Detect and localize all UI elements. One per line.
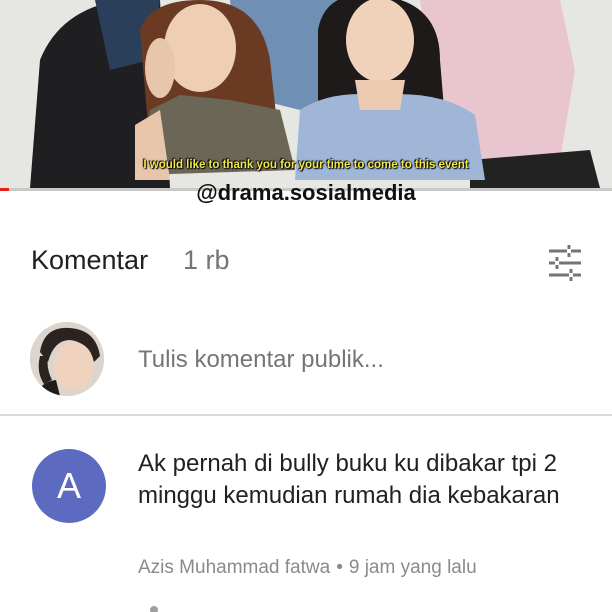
compose-comment-row [0, 318, 612, 408]
user-avatar[interactable] [30, 322, 104, 396]
commenter-avatar[interactable]: A [32, 449, 106, 523]
comments-header: Komentar 1 rb [0, 230, 612, 294]
sort-filter-button[interactable] [545, 245, 585, 281]
youtube-comments-screen: I would like to thank you for your time … [0, 0, 612, 612]
comment-item: A Ak pernah di bully buku ku dibakar tpi… [0, 430, 612, 612]
video-player[interactable]: I would like to thank you for your time … [0, 0, 612, 188]
video-subtitle: I would like to thank you for your time … [143, 159, 469, 171]
comments-title: Komentar [31, 245, 149, 275]
user-avatar-icon [30, 322, 104, 396]
comment-timestamp: 9 jam yang lalu [348, 557, 477, 578]
comment-input[interactable] [138, 346, 558, 374]
watermark-text: @drama.sosialmedia [196, 180, 416, 205]
next-comment-hint [150, 606, 158, 612]
comment-meta: Azis Muhammad fatwa • 9 jam yang lalu [138, 557, 477, 579]
comment-author[interactable]: Azis Muhammad fatwa [138, 557, 330, 578]
section-divider [0, 414, 612, 416]
comment-text: Ak pernah di bully buku ku dibakar tpi 2… [138, 450, 560, 509]
meta-separator: • [336, 557, 343, 578]
sort-filter-icon [549, 245, 581, 281]
comments-count: 1 rb [183, 245, 230, 275]
